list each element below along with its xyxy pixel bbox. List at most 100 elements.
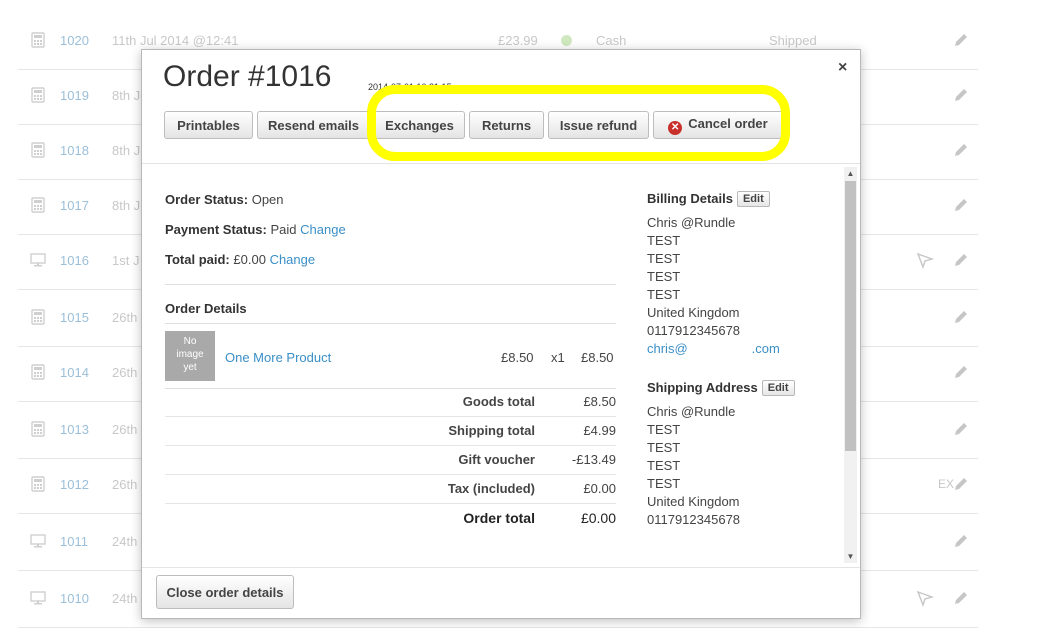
edit-pencil-icon[interactable] [952, 86, 970, 104]
order-id-link[interactable]: 1010 [60, 591, 89, 606]
edit-pencil-icon[interactable] [952, 532, 970, 550]
edit-pencil-icon[interactable] [952, 141, 970, 159]
exchanges-button[interactable]: Exchanges [374, 111, 465, 139]
shipping-address-title: Shipping Address Edit [647, 380, 795, 396]
order-details-title: Order Details [165, 301, 247, 316]
billing-edit-button[interactable]: Edit [736, 191, 770, 207]
gift-voucher-row: Gift voucher -£13.49 [165, 445, 616, 475]
total-paid-value: £0.00 [233, 252, 266, 267]
edit-pencil-icon[interactable] [952, 251, 970, 269]
shipping-line: TEST [647, 476, 681, 491]
order-id-link[interactable]: 1017 [60, 198, 89, 213]
calculator-icon [30, 421, 46, 437]
shipping-line: 0117912345678 [647, 512, 741, 527]
monitor-icon [30, 252, 46, 268]
billing-email-link[interactable]: chris@ .com [647, 341, 780, 356]
order-id-link[interactable]: 1013 [60, 422, 89, 437]
total-paid-line: Total paid: £0.00 Change [165, 252, 315, 267]
product-quantity: x1 [551, 350, 565, 365]
order-date: 1st J [112, 253, 140, 268]
modal-body: Order Status: Open Payment Status: Paid … [142, 164, 860, 566]
modal-scrollbar[interactable]: ▲ ▼ [844, 167, 857, 563]
edit-pencil-icon[interactable] [952, 308, 970, 326]
payment-status-label: Payment Status: [165, 222, 267, 237]
calculator-icon [30, 309, 46, 325]
shipping-line: Chris @Rundle [647, 404, 736, 419]
order-id-link[interactable]: 1012 [60, 477, 89, 492]
billing-line: TEST [647, 287, 681, 302]
order-date: 8th J [112, 198, 141, 213]
payment-dot-icon [561, 35, 572, 46]
order-date: 8th J [112, 88, 141, 103]
order-date: 26th [112, 310, 138, 325]
edit-pencil-icon[interactable] [952, 475, 970, 493]
total-paid-change-link[interactable]: Change [270, 252, 316, 267]
order-status-line: Order Status: Open [165, 192, 284, 207]
order-date: 24th [112, 534, 138, 549]
send-icon[interactable] [916, 589, 935, 608]
calculator-icon [30, 32, 46, 48]
shipping-status: Shipped [769, 33, 817, 48]
scroll-up-arrow-icon[interactable]: ▲ [844, 167, 857, 180]
product-line-total: £8.50 [581, 350, 614, 365]
billing-line: United Kingdom [647, 305, 740, 320]
order-date: 8th J [112, 143, 141, 158]
billing-line: Chris @Rundle [647, 215, 736, 230]
monitor-icon [30, 590, 46, 606]
shipping-line: TEST [647, 458, 681, 473]
billing-line: TEST [647, 269, 681, 284]
order-timestamp: 2014-07-01 10:31:15 [368, 82, 452, 92]
scroll-down-arrow-icon[interactable]: ▼ [844, 550, 857, 563]
cancel-order-button[interactable]: ✕ Cancel order [653, 111, 783, 139]
order-date: 11th Jul 2014 @12:41 [112, 33, 239, 48]
divider [165, 284, 616, 285]
order-details-modal: Order #1016 2014-07-01 10:31:15 × Printa… [141, 49, 861, 619]
order-date: 26th [112, 422, 138, 437]
printables-button[interactable]: Printables [164, 111, 253, 139]
cancel-order-label: Cancel order [688, 115, 768, 131]
send-icon[interactable] [916, 251, 935, 270]
divider [165, 323, 616, 324]
total-paid-label: Total paid: [165, 252, 230, 267]
close-icon[interactable]: × [838, 59, 847, 77]
order-id-link[interactable]: 1015 [60, 310, 89, 325]
product-name-link[interactable]: One More Product [225, 350, 331, 365]
edit-pencil-icon[interactable] [952, 196, 970, 214]
footer-divider [142, 567, 860, 568]
issue-refund-button[interactable]: Issue refund [548, 111, 649, 139]
shipping-line: TEST [647, 422, 681, 437]
payment-status-change-link[interactable]: Change [300, 222, 346, 237]
product-price: £8.50 [501, 350, 534, 365]
calculator-icon [30, 142, 46, 158]
edit-pencil-icon[interactable] [952, 31, 970, 49]
tax-row: Tax (included) £0.00 [165, 474, 616, 504]
shipping-line: TEST [647, 440, 681, 455]
edit-pencil-icon[interactable] [952, 420, 970, 438]
payment-status-value: Paid [270, 222, 297, 237]
edit-pencil-icon[interactable] [952, 589, 970, 607]
order-id-link[interactable]: 1016 [60, 253, 89, 268]
order-id-link[interactable]: 1019 [60, 88, 89, 103]
returns-button[interactable]: Returns [469, 111, 544, 139]
scroll-thumb[interactable] [845, 181, 856, 451]
billing-line: TEST [647, 233, 681, 248]
shipping-edit-button[interactable]: Edit [761, 380, 795, 396]
payment-status-line: Payment Status: Paid Change [165, 222, 346, 237]
billing-line: TEST [647, 251, 681, 266]
resend-emails-button[interactable]: Resend emails [257, 111, 370, 139]
billing-details-title: Billing Details Edit [647, 191, 770, 207]
order-id-link[interactable]: 1020 [60, 33, 89, 48]
payment-method: Cash [596, 33, 627, 48]
no-image-placeholder: No image yet [165, 331, 215, 381]
shipping-line: United Kingdom [647, 494, 740, 509]
order-id-link[interactable]: 1011 [60, 534, 88, 549]
calculator-icon [30, 197, 46, 213]
order-date: 26th [112, 365, 138, 380]
order-total-row: Order total £0.00 [463, 510, 616, 526]
close-order-details-button[interactable]: Close order details [156, 575, 294, 609]
order-date: 26th [112, 477, 138, 492]
order-id-link[interactable]: 1018 [60, 143, 89, 158]
order-id-link[interactable]: 1014 [60, 365, 89, 380]
edit-pencil-icon[interactable] [952, 363, 970, 381]
calculator-icon [30, 364, 46, 380]
